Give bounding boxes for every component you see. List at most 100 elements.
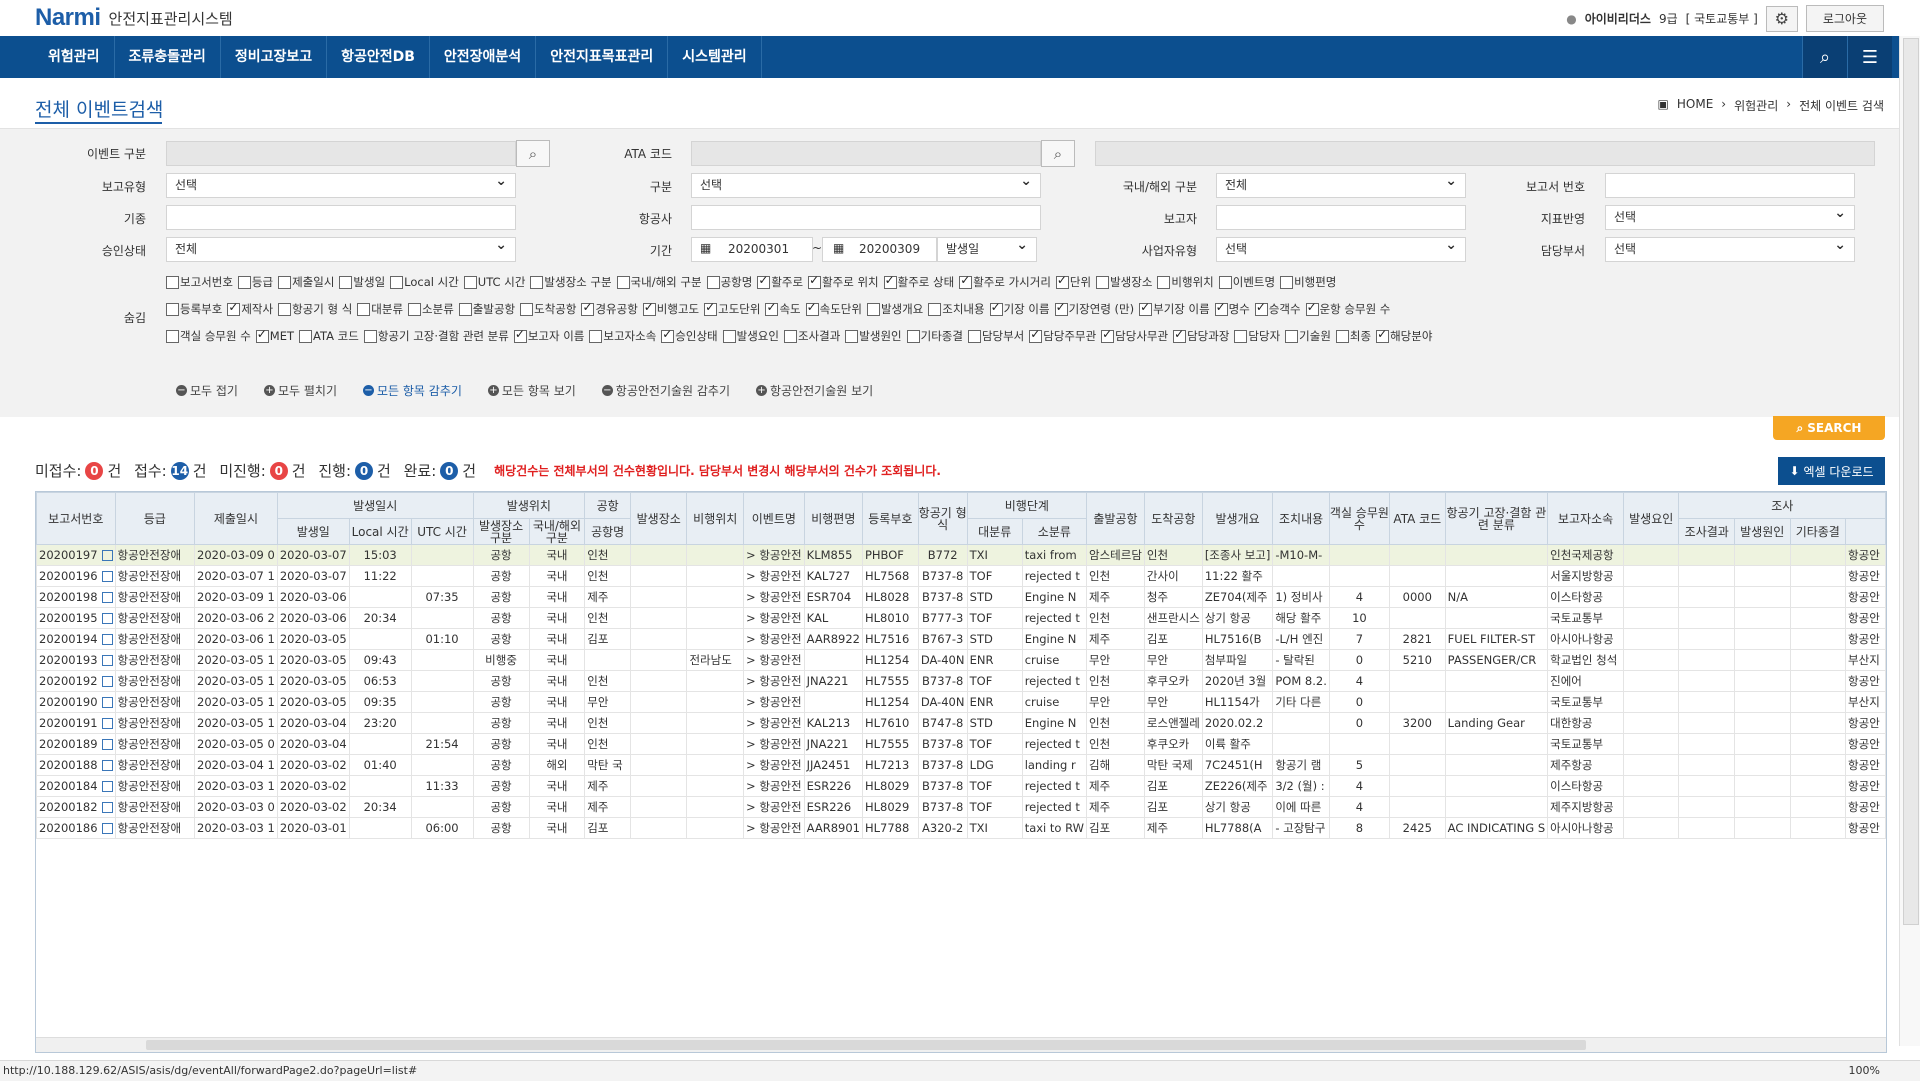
hide-option[interactable]: UTC 시간: [463, 274, 525, 290]
hide-option[interactable]: 기술원: [1285, 328, 1331, 344]
logo[interactable]: Narmi: [35, 4, 101, 32]
hide-checkbox[interactable]: [1234, 329, 1248, 343]
hide-checkbox[interactable]: [278, 302, 292, 316]
header-flight-no[interactable]: 비행편명: [803, 492, 863, 545]
header-occur-date[interactable]: 발생일: [276, 518, 350, 545]
hide-option[interactable]: 비행고도: [642, 300, 699, 317]
hide-option[interactable]: 활주로: [757, 273, 803, 290]
hide-checkbox[interactable]: [1254, 300, 1268, 316]
collapse-all-link[interactable]: − 모두 접기: [176, 382, 238, 399]
header-local[interactable]: Local 시간: [348, 518, 412, 545]
hide-option[interactable]: 등록부호: [166, 301, 222, 317]
document-icon[interactable]: [101, 739, 113, 750]
hide-checkbox[interactable]: [357, 302, 371, 316]
hide-option[interactable]: 제출일시: [278, 274, 334, 290]
table-row[interactable]: 20200198 항공안전장애 2020-03-09 1 2020-03-06 07:3…: [36, 586, 1886, 608]
report-type-select[interactable]: 선택: [166, 170, 516, 198]
hide-option[interactable]: 발생일: [339, 274, 385, 290]
header-other[interactable]: 기타종결: [1789, 518, 1847, 545]
logout-button[interactable]: 로그아웃: [1805, 5, 1884, 32]
document-icon[interactable]: [101, 802, 113, 813]
breadcrumb-home[interactable]: HOME: [1677, 97, 1713, 114]
nav-bird-strike[interactable]: 조류충돌관리: [115, 36, 221, 78]
horizontal-scroll-thumb[interactable]: [146, 1040, 1586, 1050]
hide-checkbox[interactable]: [513, 327, 527, 343]
hide-checkbox[interactable]: [363, 329, 377, 343]
header-summary[interactable]: 발생개요: [1201, 492, 1274, 545]
table-row[interactable]: 20200192 항공안전장애 2020-03-05 1 2020-03-05 06:5…: [36, 670, 1886, 692]
hide-checkbox[interactable]: [1157, 275, 1171, 289]
period-type-select[interactable]: 발생일: [937, 234, 1037, 262]
hide-checkbox[interactable]: [458, 302, 472, 316]
header-reporter-org[interactable]: 보고자소속: [1547, 492, 1624, 545]
hide-checkbox[interactable]: [520, 302, 534, 316]
hide-option[interactable]: 담당사무관: [1101, 327, 1168, 344]
zoom-level[interactable]: 100%: [1849, 1061, 1880, 1081]
hide-option[interactable]: 국내/해외 구분: [616, 274, 702, 290]
table-row[interactable]: 20200186 항공안전장애 2020-03-03 1 2020-03-01 06:0…: [36, 817, 1886, 839]
hide-option[interactable]: ATA 코드: [299, 328, 359, 344]
header-airport-name[interactable]: 공항명: [584, 518, 631, 545]
hide-option[interactable]: 보고서번호: [166, 274, 233, 290]
document-icon[interactable]: [101, 550, 113, 561]
hide-option[interactable]: 담당주무관: [1029, 327, 1096, 344]
table-row[interactable]: 20200196 항공안전장애 2020-03-07 1 2020-03-07 11:2…: [36, 565, 1886, 587]
reporter-input[interactable]: [1216, 205, 1466, 230]
event-type-search-button[interactable]: ⌕: [516, 140, 550, 167]
hide-checkbox[interactable]: [589, 329, 603, 343]
report-no-input[interactable]: [1605, 173, 1855, 198]
hide-checkbox[interactable]: [1055, 273, 1069, 289]
header-utc[interactable]: UTC 시간: [410, 518, 474, 545]
hide-option[interactable]: 기장연령 (만): [1054, 300, 1134, 317]
hide-checkbox[interactable]: [1335, 329, 1349, 343]
menu-icon[interactable]: ☰: [1847, 36, 1892, 78]
hide-option[interactable]: MET: [255, 327, 294, 344]
hide-checkbox[interactable]: [866, 302, 880, 316]
table-row[interactable]: 20200193 항공안전장애 2020-03-05 1 2020-03-05 09:4…: [36, 649, 1886, 671]
hide-checkbox[interactable]: [1101, 327, 1115, 343]
hide-option[interactable]: 기장 이름: [989, 300, 1050, 317]
dept-select[interactable]: 선택: [1605, 234, 1855, 262]
hide-option[interactable]: 고도단위: [704, 300, 760, 317]
hide-option[interactable]: 공항명: [706, 274, 752, 290]
hide-option[interactable]: 조치내용: [928, 301, 985, 317]
category-select[interactable]: 선택: [691, 170, 1041, 198]
hide-checkbox[interactable]: [1218, 275, 1232, 289]
hide-checkbox[interactable]: [845, 329, 859, 343]
header-ata[interactable]: ATA 코드: [1388, 492, 1446, 545]
document-icon[interactable]: [101, 592, 113, 603]
hide-option[interactable]: 항공기 고장·결함 관련 분류: [363, 328, 509, 344]
hide-checkbox[interactable]: [166, 302, 179, 316]
hide-option[interactable]: 보고자 이름: [513, 327, 584, 344]
hide-checkbox[interactable]: [765, 300, 779, 316]
header-ac-type[interactable]: 항공기 형 식: [917, 492, 968, 545]
hide-option[interactable]: 운항 승무원 수: [1305, 300, 1390, 317]
hide-option[interactable]: 출발공항: [458, 301, 515, 317]
hide-checkbox[interactable]: [166, 275, 179, 289]
expand-all-link[interactable]: + 모두 펼치기: [263, 382, 337, 399]
hide-checkbox[interactable]: [1173, 327, 1187, 343]
header-flight-pos[interactable]: 비행위치: [686, 492, 745, 545]
header-grade[interactable]: 등급: [114, 492, 196, 545]
hide-checkbox[interactable]: [530, 275, 544, 289]
hide-option[interactable]: 등급: [237, 274, 273, 290]
hide-checkbox[interactable]: [390, 275, 404, 289]
hide-option[interactable]: 객실 승무원 수: [166, 328, 251, 344]
header-action[interactable]: 조치내용: [1272, 492, 1330, 545]
hide-option[interactable]: 명수: [1214, 300, 1250, 317]
hide-option[interactable]: 승객수: [1254, 300, 1301, 317]
hide-checkbox[interactable]: [783, 329, 797, 343]
hide-checkbox[interactable]: [1139, 300, 1153, 316]
hide-checkbox[interactable]: [463, 275, 477, 289]
hide-option[interactable]: 소분류: [408, 301, 454, 317]
document-icon[interactable]: [101, 613, 113, 624]
hide-checkbox[interactable]: [339, 275, 353, 289]
hide-checkbox[interactable]: [808, 273, 822, 289]
document-icon[interactable]: [101, 697, 113, 708]
vertical-scroll-thumb[interactable]: [1903, 38, 1919, 925]
hide-option[interactable]: 활주로 상태: [883, 273, 954, 290]
airline-input[interactable]: [691, 205, 1041, 230]
hide-option[interactable]: 경유공항: [581, 300, 638, 317]
hide-kiast-link[interactable]: − 항공안전기술원 감추기: [601, 382, 730, 399]
header-report-no[interactable]: 보고서번호: [36, 492, 116, 545]
